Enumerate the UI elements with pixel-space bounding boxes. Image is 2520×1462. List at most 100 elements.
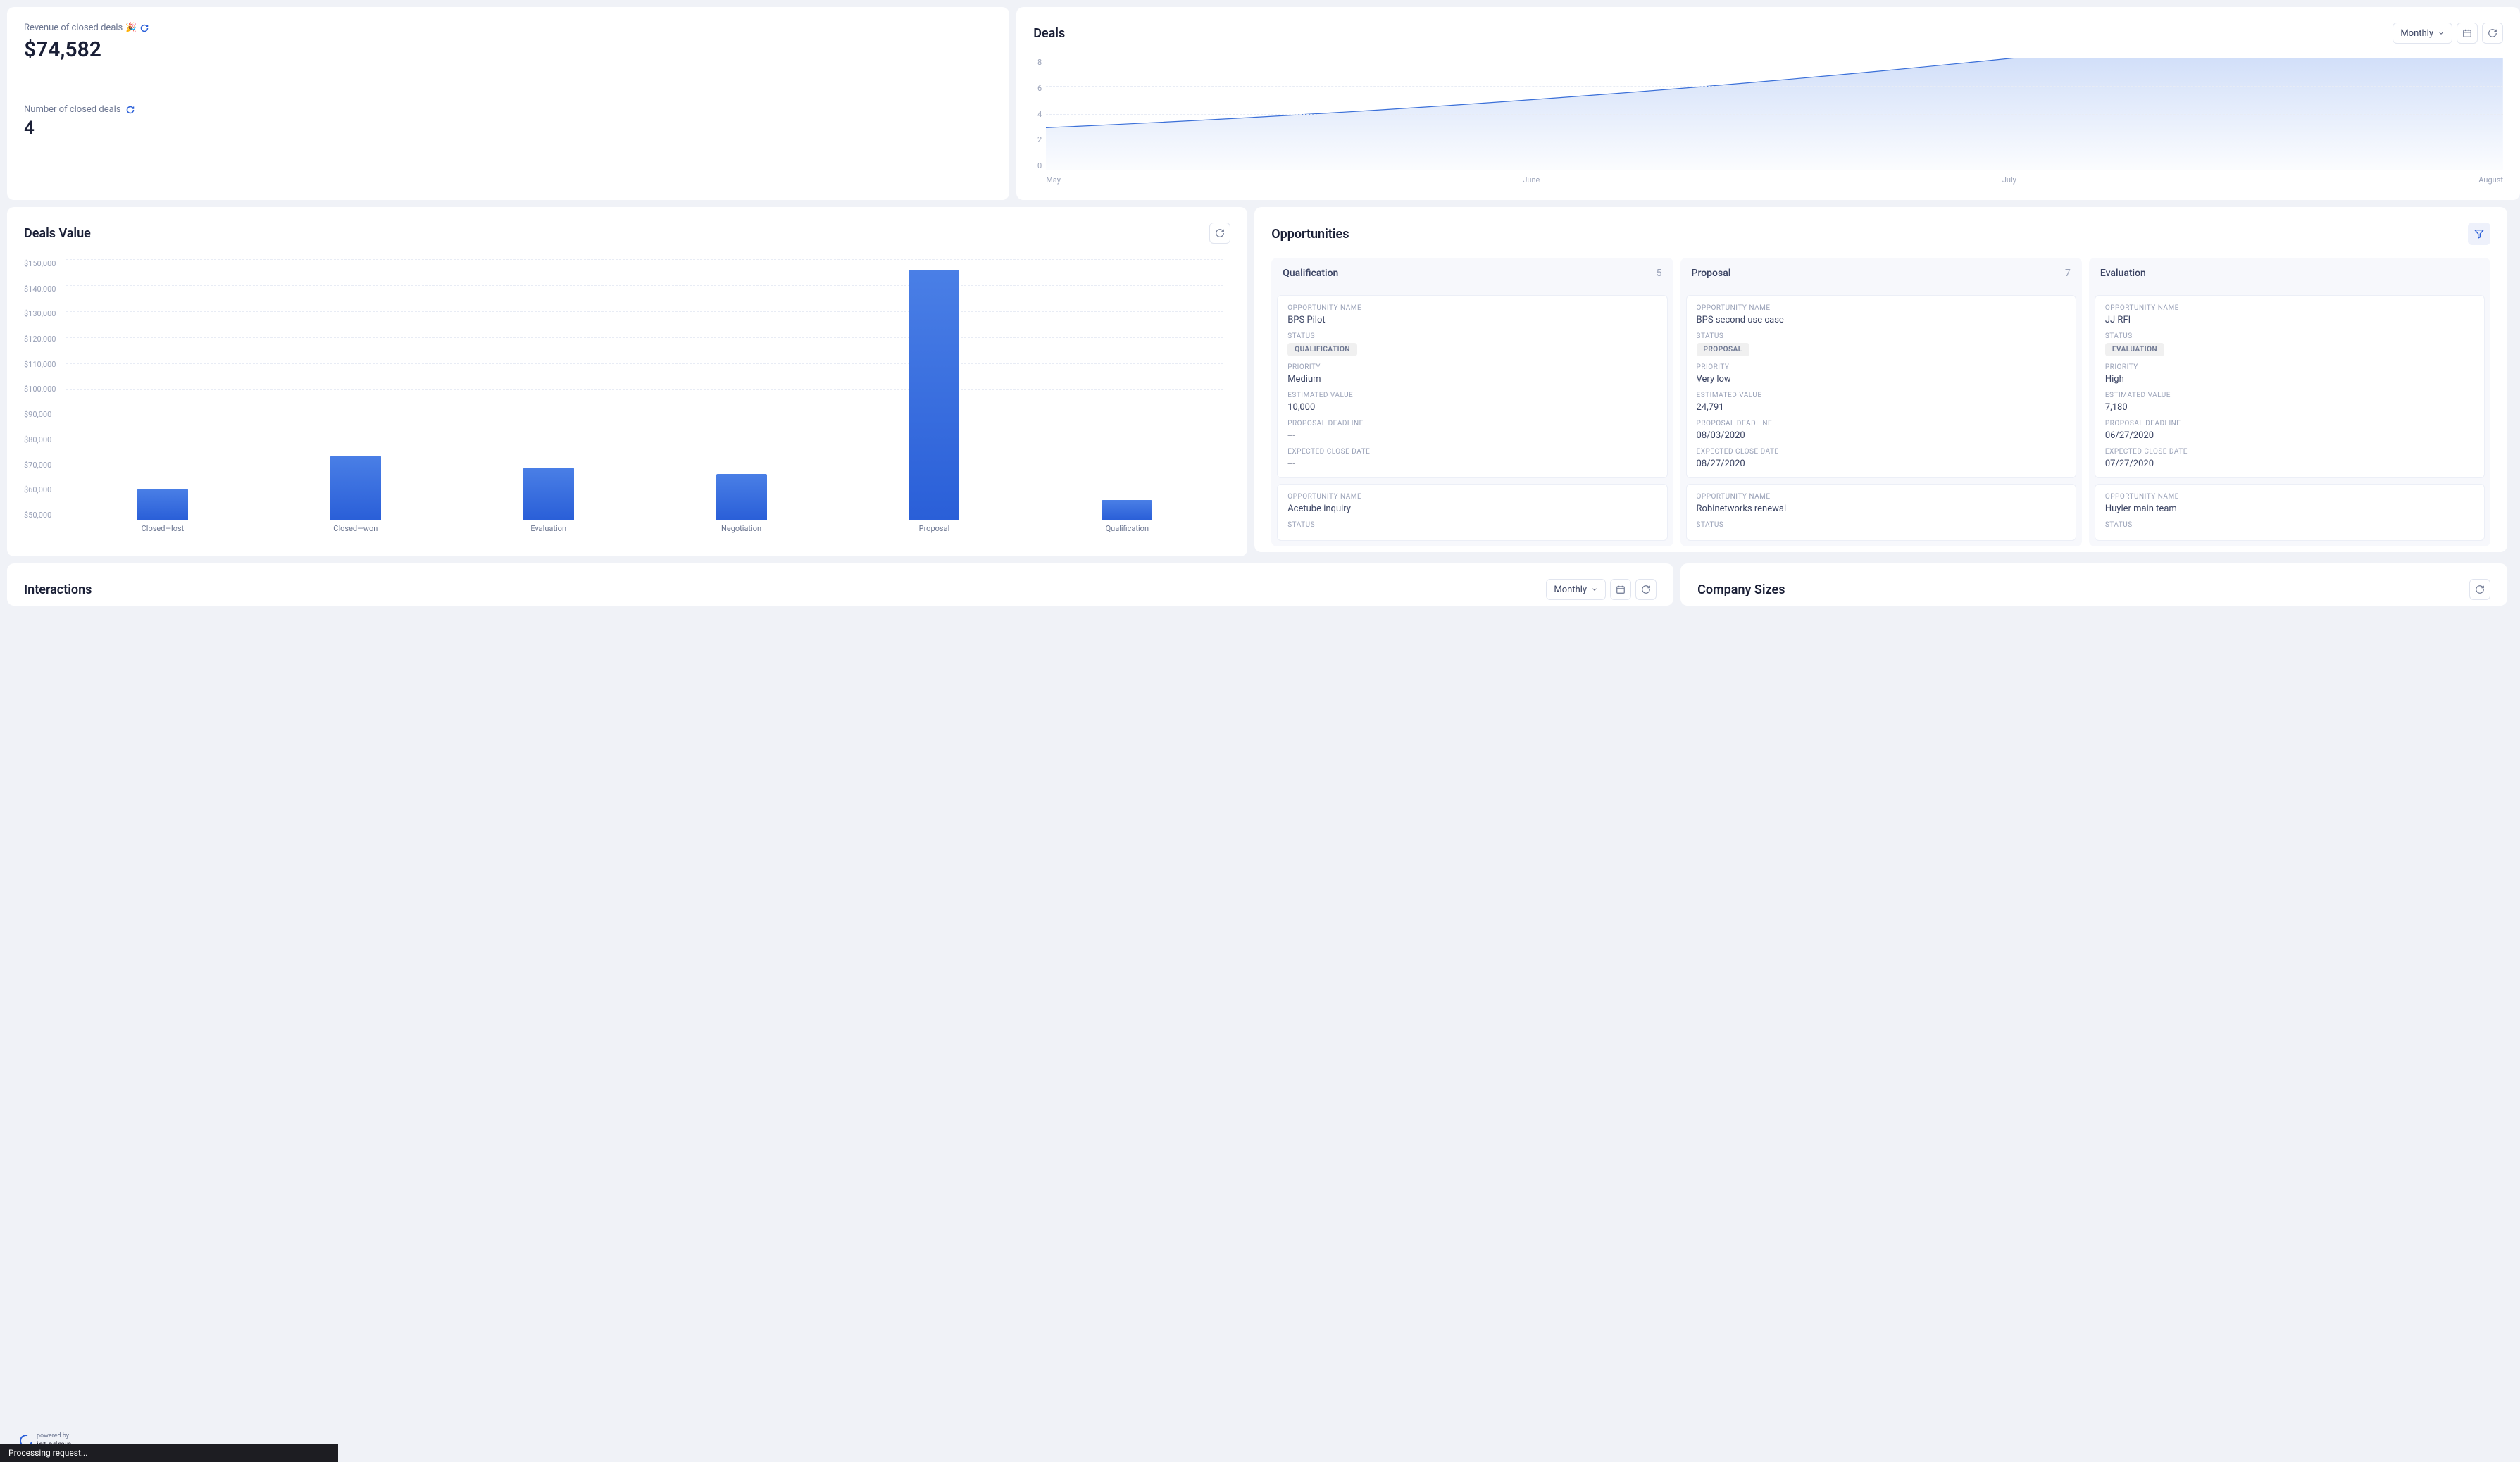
opportunity-card[interactable]: OPPORTUNITY NAMEBPS second use caseSTATU… bbox=[1686, 295, 2076, 478]
xtick: Qualification bbox=[1030, 524, 1223, 541]
opportunity-name: BPS second use case bbox=[1697, 315, 2066, 325]
chevron-down-icon bbox=[2438, 30, 2445, 37]
field-label: STATUS bbox=[1287, 521, 1657, 529]
deals-value-title: Deals Value bbox=[24, 226, 91, 241]
kanban-column-header: Evaluation bbox=[2089, 258, 2490, 289]
field-label: PRIORITY bbox=[1697, 363, 2066, 371]
kanban-column-header: Proposal 7 bbox=[1680, 258, 2082, 289]
field-label: ESTIMATED VALUE bbox=[1287, 392, 1657, 399]
column-name: Proposal bbox=[1692, 268, 1731, 279]
period-label: Monthly bbox=[2400, 28, 2433, 39]
field-label: STATUS bbox=[2105, 332, 2474, 340]
xtick: Closed—lost bbox=[66, 524, 259, 541]
estimated-value: 24,791 bbox=[1697, 402, 2066, 413]
column-name: Qualification bbox=[1283, 268, 1338, 279]
opportunity-card[interactable]: OPPORTUNITY NAMEHuyler main teamSTATUS bbox=[2095, 484, 2485, 541]
priority-value: Very low bbox=[1697, 374, 2066, 385]
column-count: 7 bbox=[2065, 268, 2071, 279]
calendar-icon bbox=[2462, 28, 2472, 38]
priority-value: High bbox=[2105, 374, 2474, 385]
company-sizes-title: Company Sizes bbox=[1697, 582, 1785, 597]
interactions-title: Interactions bbox=[24, 582, 92, 597]
field-label: OPPORTUNITY NAME bbox=[2105, 304, 2474, 312]
refresh-button[interactable] bbox=[1635, 579, 1657, 600]
period-dropdown[interactable]: Monthly bbox=[2393, 23, 2452, 44]
kanban-column: Qualification 5 OPPORTUNITY NAMEBPS PilotS… bbox=[1271, 258, 1673, 546]
deadline-value: 06/27/2020 bbox=[2105, 430, 2474, 441]
ytick: $130,000 bbox=[24, 309, 59, 318]
deals-area-chart: 8 6 4 2 0 bbox=[1033, 58, 2503, 185]
calendar-icon bbox=[1616, 585, 1626, 594]
column-name: Evaluation bbox=[2100, 268, 2146, 279]
opportunity-name: Acetube inquiry bbox=[1287, 504, 1657, 514]
column-count: 5 bbox=[1657, 268, 1662, 279]
field-label: PROPOSAL DEADLINE bbox=[1287, 420, 1657, 427]
field-label: STATUS bbox=[2105, 521, 2474, 529]
xtick: June bbox=[1523, 175, 1540, 185]
company-sizes-card: Company Sizes bbox=[1680, 563, 2507, 606]
xtick: May bbox=[1046, 175, 1061, 185]
period-label: Monthly bbox=[1554, 585, 1587, 595]
opportunity-card[interactable]: OPPORTUNITY NAMERobinetworks renewalSTAT… bbox=[1686, 484, 2076, 541]
closed-count-value: 4 bbox=[24, 118, 992, 139]
refresh-icon[interactable] bbox=[139, 23, 149, 33]
kanban-column: Proposal7OPPORTUNITY NAMEBPS second use … bbox=[1680, 258, 2082, 546]
refresh-button[interactable] bbox=[2482, 23, 2503, 44]
deals-value-card: Deals Value $150,000$140,000$130,000$120… bbox=[7, 207, 1247, 556]
ytick: $90,000 bbox=[24, 410, 59, 419]
ytick: $80,000 bbox=[24, 435, 59, 444]
field-label: OPPORTUNITY NAME bbox=[1697, 493, 2066, 501]
refresh-button[interactable] bbox=[2469, 579, 2490, 600]
opportunity-name: JJ RFI bbox=[2105, 315, 2474, 325]
field-label: STATUS bbox=[1287, 332, 1657, 340]
deadline-value: 08/03/2020 bbox=[1697, 430, 2066, 441]
close-date-value: --- bbox=[1287, 458, 1657, 469]
xtick: Evaluation bbox=[452, 524, 645, 541]
refresh-icon[interactable] bbox=[125, 105, 135, 115]
deals-chart-title: Deals bbox=[1033, 26, 1065, 41]
ytick: 2 bbox=[1033, 135, 1042, 144]
calendar-button[interactable] bbox=[2457, 23, 2478, 44]
ytick: $120,000 bbox=[24, 335, 59, 344]
close-date-value: 07/27/2020 bbox=[2105, 458, 2474, 469]
kanban-column-header: Qualification 5 bbox=[1271, 258, 1673, 289]
bar bbox=[523, 468, 574, 520]
chevron-down-icon bbox=[1591, 586, 1598, 593]
processing-banner: Processing request... bbox=[0, 1444, 338, 1462]
field-label: STATUS bbox=[1697, 332, 2066, 340]
opportunity-card[interactable]: OPPORTUNITY NAMEAcetube inquirySTATUS bbox=[1277, 484, 1667, 541]
estimated-value: 7,180 bbox=[2105, 402, 2474, 413]
revenue-label: Revenue of closed deals 🎉 bbox=[24, 23, 992, 33]
calendar-button[interactable] bbox=[1610, 579, 1631, 600]
ytick: $100,000 bbox=[24, 385, 59, 394]
xtick: Proposal bbox=[838, 524, 1031, 541]
revenue-label-text: Revenue of closed deals bbox=[24, 23, 123, 33]
opportunity-card[interactable]: OPPORTUNITY NAMEJJ RFISTATUSEVALUATIONPR… bbox=[2095, 295, 2485, 478]
opportunity-name: Huyler main team bbox=[2105, 504, 2474, 514]
period-dropdown[interactable]: Monthly bbox=[1546, 579, 1606, 600]
field-label: ESTIMATED VALUE bbox=[2105, 392, 2474, 399]
deadline-value: --- bbox=[1287, 430, 1657, 441]
status-badge: QUALIFICATION bbox=[1287, 343, 1357, 356]
field-label: OPPORTUNITY NAME bbox=[1287, 304, 1657, 312]
refresh-button[interactable] bbox=[1209, 223, 1230, 244]
ytick: $60,000 bbox=[24, 485, 59, 494]
deals-value-bar-chart: $150,000$140,000$130,000$120,000$110,000… bbox=[24, 259, 1230, 541]
deals-chart-card: Deals Monthly 8 6 4 2 0 bbox=[1016, 7, 2520, 200]
status-badge: PROPOSAL bbox=[1697, 343, 1749, 356]
refresh-icon bbox=[2488, 28, 2497, 38]
ytick: $70,000 bbox=[24, 461, 59, 470]
xtick: Closed—won bbox=[259, 524, 452, 541]
ytick: $110,000 bbox=[24, 360, 59, 369]
field-label: PRIORITY bbox=[1287, 363, 1657, 371]
ytick: 6 bbox=[1033, 84, 1042, 93]
xtick: July bbox=[2002, 175, 2016, 185]
filter-button[interactable] bbox=[2468, 223, 2490, 245]
party-emoji: 🎉 bbox=[125, 23, 137, 33]
field-label: PRIORITY bbox=[2105, 363, 2474, 371]
field-label: PROPOSAL DEADLINE bbox=[1697, 420, 2066, 427]
bar bbox=[137, 489, 188, 520]
ytick: $140,000 bbox=[24, 285, 59, 294]
opportunity-card[interactable]: OPPORTUNITY NAMEBPS PilotSTATUSQUALIFICA… bbox=[1277, 295, 1667, 478]
kanban-column: EvaluationOPPORTUNITY NAMEJJ RFISTATUSEV… bbox=[2089, 258, 2490, 546]
